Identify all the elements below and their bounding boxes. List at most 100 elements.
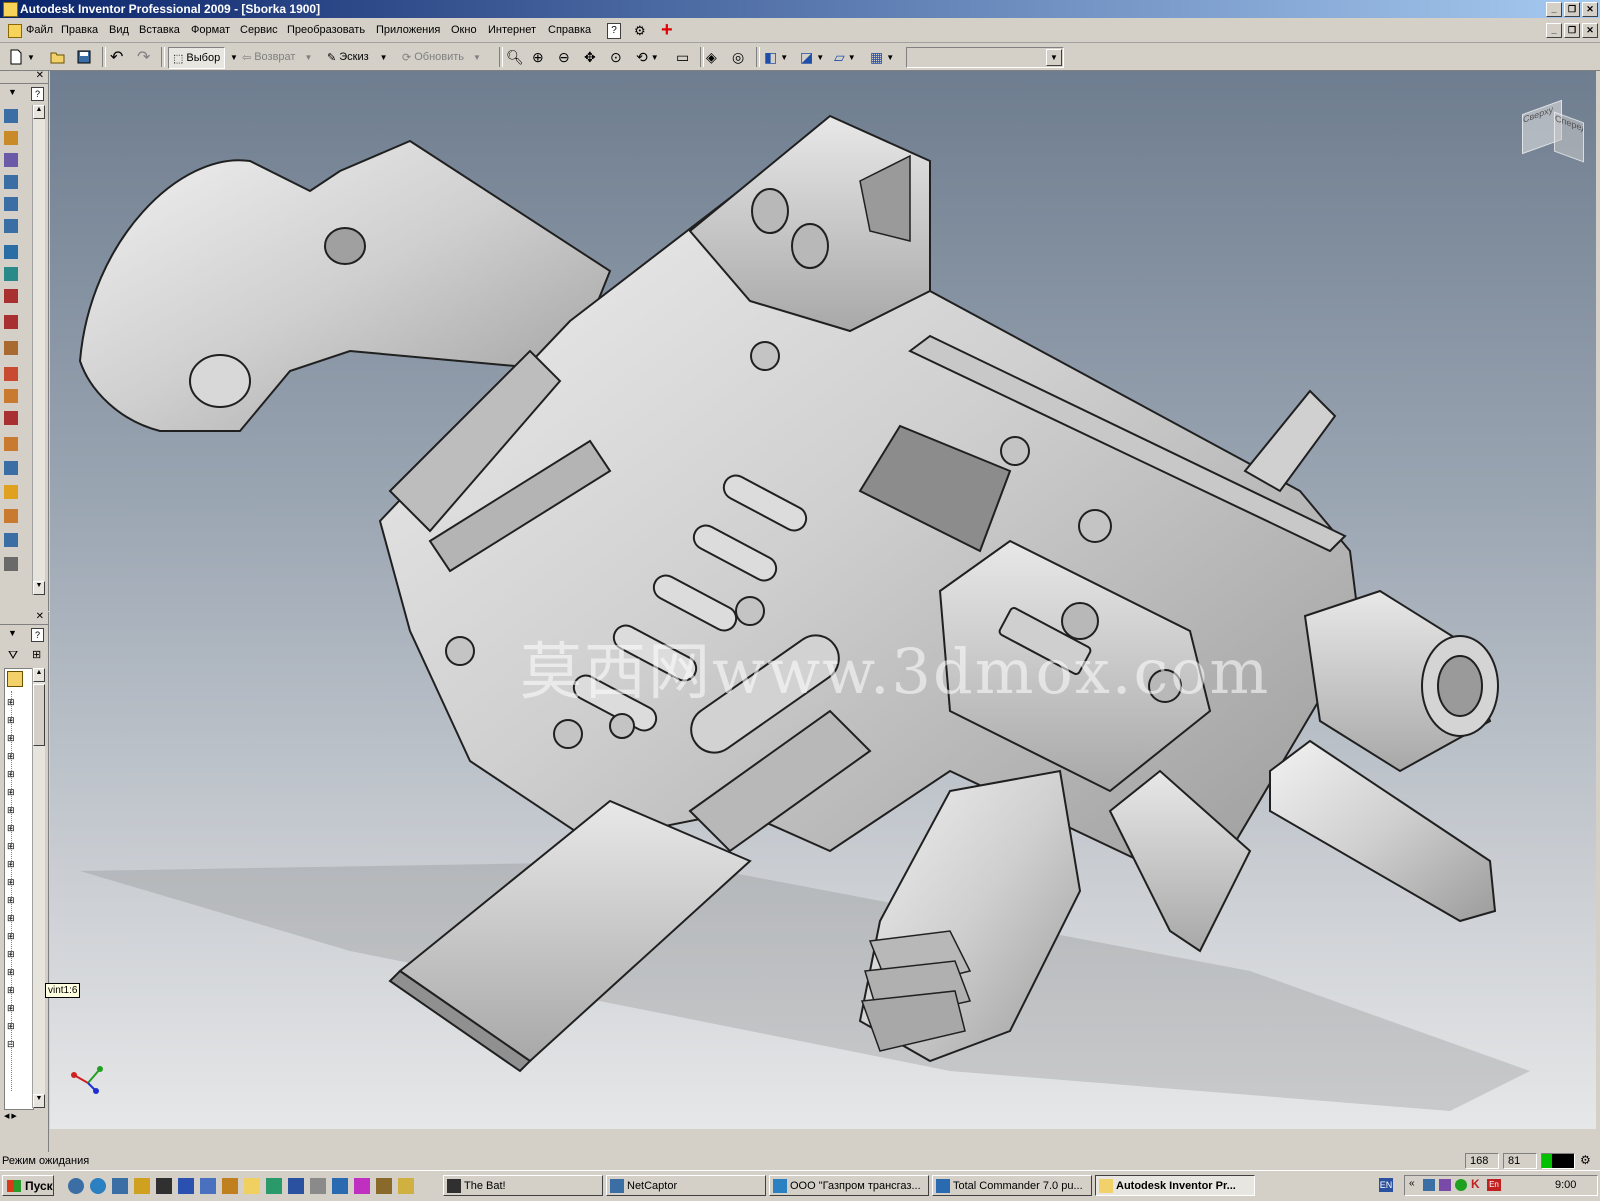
view-cube-front-face[interactable]: Спереди	[1554, 111, 1584, 163]
save-quick-icon[interactable]	[332, 1178, 348, 1194]
zoom-all-button[interactable]: 🔍︎	[506, 47, 524, 67]
scroll-up-icon[interactable]: ▲	[33, 668, 45, 682]
menu-help[interactable]: Справка	[548, 24, 591, 36]
folder-quick-icon[interactable]	[222, 1178, 238, 1194]
rotate-component-icon[interactable]	[4, 289, 18, 303]
scroll-up-icon[interactable]: ▲	[33, 105, 45, 119]
close-button[interactable]: ✕	[1582, 2, 1598, 17]
thebat-quick-icon[interactable]	[156, 1178, 172, 1194]
scroll-left-icon[interactable]: ◀	[4, 1112, 9, 1124]
tree-expand-icon[interactable]: ⊞	[7, 1003, 15, 1014]
zoom-button[interactable]: ⊖	[558, 47, 570, 67]
tree-expand-icon[interactable]: ⊞	[7, 751, 15, 762]
menu-tools[interactable]: Сервис	[240, 24, 278, 36]
assembly-model[interactable]	[50, 71, 1596, 1129]
select-dropdown[interactable]: ▼	[230, 47, 238, 67]
orbit-button[interactable]: ⟲ ▼	[636, 47, 659, 67]
sketch-button[interactable]: ✎ Эскиз ▼	[327, 47, 388, 67]
tree-expand-icon[interactable]: ⊞	[7, 823, 15, 834]
tools-quick-icon[interactable]	[376, 1178, 392, 1194]
filter-icon[interactable]: ⛛	[8, 648, 18, 663]
plane-icon[interactable]	[4, 461, 18, 475]
clock[interactable]: 9:00	[1555, 1179, 1576, 1191]
visual-style-button[interactable]: ◎	[732, 47, 744, 67]
language-indicator[interactable]: EN	[1379, 1178, 1393, 1192]
substitute-component-icon[interactable]	[4, 219, 18, 233]
task-total-commander[interactable]: Total Commander 7.0 pu...	[932, 1175, 1092, 1196]
color-style-combo[interactable]: ▼	[906, 47, 1064, 68]
explorer-icon[interactable]	[244, 1178, 260, 1194]
scroll-thumb[interactable]	[33, 684, 45, 746]
section-half-icon[interactable]	[4, 341, 18, 355]
task-gazprom[interactable]: ООО "Газпром трансгаз...	[769, 1175, 929, 1196]
pattern-component-icon[interactable]	[4, 153, 18, 167]
view-cube-button[interactable]: ◧ ▼	[764, 47, 788, 67]
tree-expand-icon[interactable]: ⊞	[7, 769, 15, 780]
place-component-icon[interactable]	[4, 109, 18, 123]
menu-view[interactable]: Вид	[109, 24, 129, 36]
pan-button[interactable]: ✥	[584, 47, 596, 67]
tree-view-icon[interactable]: ⊞	[32, 648, 41, 661]
doc-restore-button[interactable]: ❐	[1564, 23, 1580, 38]
document-icon[interactable]	[8, 24, 22, 38]
browser-menu-chevron-icon[interactable]: ▼	[8, 628, 17, 638]
panel-help-icon[interactable]: ?	[31, 87, 44, 101]
browser-hscroll[interactable]: ◀ ▶	[4, 1112, 44, 1124]
tree-collapse-icon[interactable]: ⊟	[7, 1039, 15, 1050]
panel-close-icon[interactable]: ✕	[36, 70, 44, 81]
assembly-root-icon[interactable]	[7, 671, 23, 687]
app-quick-icon[interactable]	[266, 1178, 282, 1194]
menu-internet[interactable]: Интернет	[488, 24, 536, 36]
panel-menu-chevron-icon[interactable]: ▼	[8, 87, 17, 97]
browser-scrollbar[interactable]: ▲ ▼	[32, 668, 45, 1108]
copy-component-icon[interactable]	[4, 197, 18, 211]
shaded-display-button[interactable]: ◈	[706, 47, 717, 67]
menu-convert[interactable]: Преобразовать	[287, 24, 365, 36]
tree-expand-icon[interactable]: ⊞	[7, 895, 15, 906]
ground-shadow-button[interactable]: ▱ ▼	[834, 47, 856, 67]
view-cube[interactable]: Сверху Спереди	[1508, 91, 1588, 171]
mirror-component-icon[interactable]	[4, 175, 18, 189]
make-components-icon[interactable]	[4, 437, 18, 451]
start-button[interactable]: Пуск	[2, 1175, 54, 1196]
tree-expand-icon[interactable]: ⊞	[7, 697, 15, 708]
outlook-icon[interactable]	[112, 1178, 128, 1194]
undo-button[interactable]: ↶	[110, 47, 123, 67]
redo-button[interactable]: ↷	[137, 47, 150, 67]
calculator-icon[interactable]	[288, 1178, 304, 1194]
create-presentation-icon[interactable]	[4, 389, 18, 403]
help-icon[interactable]: ?	[607, 23, 621, 39]
menu-file[interactable]: Файл	[26, 24, 53, 36]
tree-expand-icon[interactable]: ⊞	[7, 913, 15, 924]
work-point-icon[interactable]	[4, 485, 18, 499]
browser-close-icon[interactable]: ✕	[36, 611, 44, 622]
zoom-selected-button[interactable]: ⊙	[610, 47, 622, 67]
move-component-icon[interactable]	[4, 267, 18, 281]
menu-format[interactable]: Формат	[191, 24, 230, 36]
outlook-express-icon[interactable]	[200, 1178, 216, 1194]
constraint-icon[interactable]	[4, 245, 18, 259]
task-the-bat[interactable]: The Bat!	[443, 1175, 603, 1196]
task-inventor[interactable]: Autodesk Inventor Pr...	[1095, 1175, 1255, 1196]
tray-expand-icon[interactable]: «	[1409, 1178, 1415, 1189]
new-button[interactable]: ▼	[8, 47, 35, 67]
doc-close-button[interactable]: ✕	[1582, 23, 1598, 38]
menu-edit[interactable]: Правка	[61, 24, 98, 36]
tree-expand-icon[interactable]: ⊞	[7, 985, 15, 996]
doc-minimize-button[interactable]: _	[1546, 23, 1562, 38]
task-netcaptor[interactable]: NetCaptor	[606, 1175, 766, 1196]
tray-network-icon[interactable]	[1423, 1179, 1435, 1191]
tree-expand-icon[interactable]: ⊞	[7, 949, 15, 960]
create-component-icon[interactable]	[4, 131, 18, 145]
graphics-window[interactable]: Сверху Спереди 莫西网www.3dmox.com	[50, 71, 1596, 1129]
camera-button[interactable]: ▦ ▼	[870, 47, 894, 67]
section-quarter-icon[interactable]	[4, 315, 18, 329]
look-at-button[interactable]: ▭	[676, 47, 689, 67]
browser-help-icon[interactable]: ?	[31, 628, 44, 642]
scroll-right-icon[interactable]: ▶	[11, 1112, 16, 1124]
create-view-rep-icon[interactable]	[4, 509, 18, 523]
tray-green-icon[interactable]	[1455, 1179, 1467, 1191]
select-button[interactable]: ⬚ Выбор	[168, 47, 226, 69]
tree-expand-icon[interactable]: ⊞	[7, 1021, 15, 1032]
plus-icon[interactable]: +	[661, 19, 673, 42]
